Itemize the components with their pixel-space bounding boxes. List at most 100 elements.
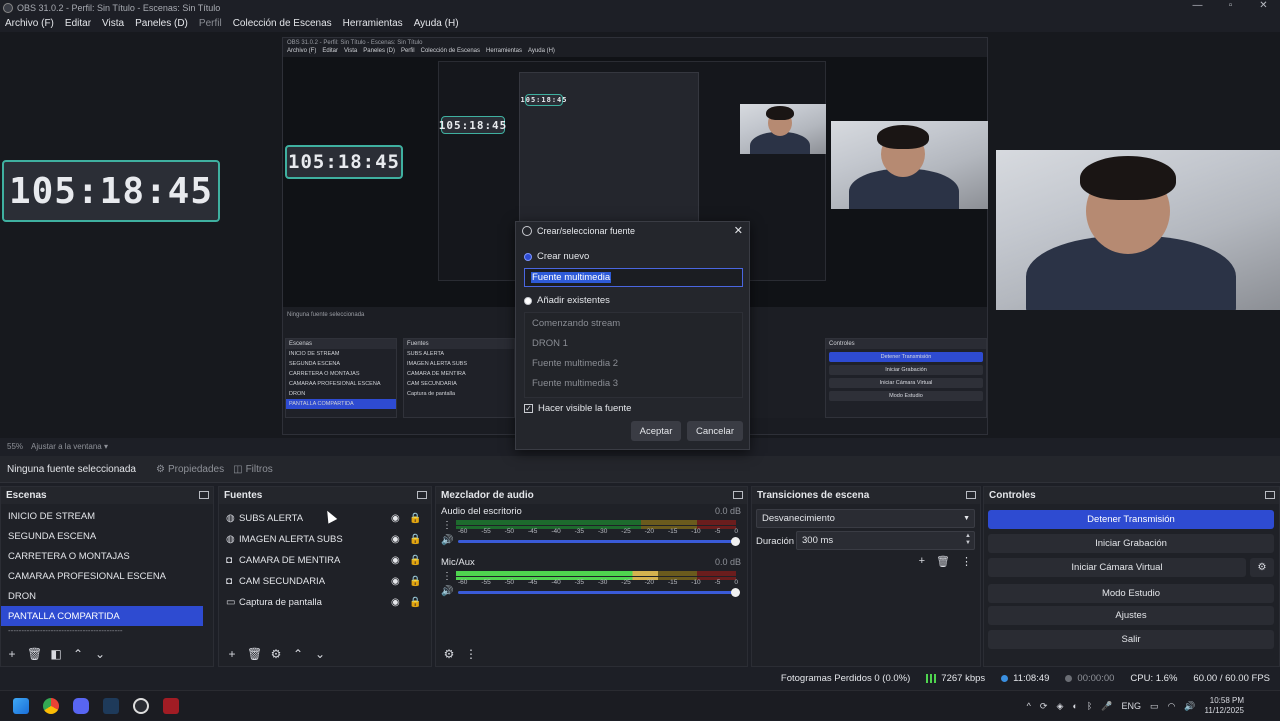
move-down-button[interactable]: ⌄: [313, 647, 327, 661]
accept-button[interactable]: Aceptar: [631, 421, 681, 441]
menu-archivo[interactable]: Archivo (F): [5, 18, 54, 29]
advanced-audio-gear-icon[interactable]: ⚙: [442, 647, 456, 661]
source-item[interactable]: ◘ CAM SECUNDARIA ◉ 🔒: [219, 571, 431, 592]
transition-select[interactable]: Desvanecimiento ▼: [756, 509, 975, 528]
undock-icon[interactable]: [1265, 491, 1275, 499]
list-item[interactable]: Fuente multimedia 2: [525, 353, 742, 373]
channel-menu-icon[interactable]: ⋮: [442, 520, 452, 531]
visibility-eye-icon[interactable]: ◉: [391, 576, 400, 587]
scene-item[interactable]: CARRETERA O MONTAJAS: [1, 546, 213, 566]
tray-chevron-icon[interactable]: ^: [1027, 701, 1031, 711]
duration-spinbox[interactable]: 300 ms ▲ ▼: [796, 531, 975, 550]
lock-icon[interactable]: 🔒: [409, 597, 421, 608]
taskbar-chrome[interactable]: [37, 692, 65, 720]
scene-filters-button[interactable]: ◧: [49, 647, 63, 661]
zoom-indicator[interactable]: 55% Ajustar a la ventana ▾: [7, 442, 108, 451]
taskbar-steam[interactable]: [97, 692, 125, 720]
virtual-cam-settings-icon[interactable]: ⚙: [1250, 558, 1274, 577]
move-up-button[interactable]: ⌃: [71, 647, 85, 661]
tray-network-icon[interactable]: ◈: [1056, 701, 1063, 712]
lock-icon[interactable]: 🔒: [409, 534, 421, 545]
remove-scene-button[interactable]: 🗑: [27, 647, 42, 661]
menu-perfil[interactable]: Perfil: [199, 18, 222, 29]
maximize-button[interactable]: ▫: [1214, 0, 1247, 11]
stop-stream-button[interactable]: Detener Transmisión: [988, 510, 1274, 529]
list-item[interactable]: Comenzando stream: [525, 313, 742, 333]
undock-icon[interactable]: [199, 491, 209, 499]
visibility-eye-icon[interactable]: ◉: [391, 534, 400, 545]
channel-menu-icon[interactable]: ⋮: [442, 571, 452, 582]
close-window-button[interactable]: ✕: [1247, 0, 1280, 11]
remove-source-button[interactable]: 🗑: [247, 647, 262, 661]
speaker-icon[interactable]: 🔊: [441, 535, 453, 546]
scene-item[interactable]: SEGUNDA ESCENA: [1, 526, 213, 546]
start-button[interactable]: [7, 692, 35, 720]
studio-mode-button[interactable]: Modo Estudio: [988, 584, 1274, 603]
menu-herramientas[interactable]: Herramientas: [343, 18, 403, 29]
zoom-dropdown-icon[interactable]: ▾: [104, 442, 108, 451]
move-down-button[interactable]: ⌄: [93, 647, 107, 661]
create-new-radio[interactable]: Crear nuevo: [524, 251, 589, 262]
taskbar-app[interactable]: [157, 692, 185, 720]
start-recording-button[interactable]: Iniciar Grabación: [988, 534, 1274, 553]
undock-icon[interactable]: [417, 491, 427, 499]
list-item[interactable]: Fuente multimedia 3: [525, 373, 742, 393]
scene-item[interactable]: INICIO DE STREAM: [1, 506, 213, 526]
remove-transition-button[interactable]: 🗑: [936, 555, 950, 568]
menu-editar[interactable]: Editar: [65, 18, 91, 29]
undock-icon[interactable]: [966, 491, 976, 499]
lock-icon[interactable]: 🔒: [409, 576, 421, 587]
spin-arrows-icon[interactable]: ▲ ▼: [965, 533, 971, 547]
undock-icon[interactable]: [733, 491, 743, 499]
mixer-menu-icon[interactable]: ⋮: [464, 647, 478, 661]
tray-mic-icon[interactable]: 🎤: [1101, 701, 1112, 712]
scene-item[interactable]: CAMARAA PROFESIONAL ESCENA: [1, 566, 213, 586]
transition-menu-icon[interactable]: ⋮: [961, 555, 972, 568]
add-existing-radio[interactable]: Añadir existentes: [524, 295, 610, 306]
volume-slider[interactable]: [458, 588, 740, 597]
menu-coleccion[interactable]: Colección de Escenas: [233, 18, 332, 29]
close-icon[interactable]: ✕: [734, 224, 743, 237]
tray-steam-icon[interactable]: ◐: [1072, 701, 1077, 711]
visibility-eye-icon[interactable]: ◉: [391, 597, 400, 608]
start-virtual-cam-button[interactable]: Iniciar Cámara Virtual: [988, 558, 1246, 577]
make-visible-checkbox[interactable]: ✓ Hacer visible la fuente: [524, 403, 631, 414]
language-indicator[interactable]: ENG: [1121, 701, 1141, 711]
tray-bluetooth-icon[interactable]: ᛒ: [1087, 701, 1092, 711]
source-item[interactable]: ◘ CAMARA DE MENTIRA ◉ 🔒: [219, 550, 431, 571]
scene-item[interactable]: DRON: [1, 586, 213, 606]
exit-button[interactable]: Salir: [988, 630, 1274, 649]
source-item[interactable]: ◍ IMAGEN ALERTA SUBS ◉ 🔒: [219, 529, 431, 550]
tray-sync-icon[interactable]: ⟳: [1040, 701, 1048, 712]
scene-item-selected[interactable]: PANTALLA COMPARTIDA: [1, 606, 203, 626]
taskbar-obs[interactable]: [127, 692, 155, 720]
tray-wifi-icon[interactable]: ◠: [1167, 701, 1175, 712]
move-up-button[interactable]: ⌃: [291, 647, 305, 661]
lock-icon[interactable]: 🔒: [409, 555, 421, 566]
visibility-eye-icon[interactable]: ◉: [391, 555, 400, 566]
visibility-eye-icon[interactable]: ◉: [391, 513, 400, 524]
filters-button[interactable]: ◫ Filtros: [233, 464, 273, 475]
lock-icon[interactable]: 🔒: [409, 513, 421, 524]
menu-vista[interactable]: Vista: [102, 18, 124, 29]
settings-button[interactable]: Ajustes: [988, 606, 1274, 625]
add-transition-button[interactable]: +: [919, 555, 925, 568]
volume-slider[interactable]: [458, 537, 740, 546]
list-item[interactable]: DRON 1: [525, 333, 742, 353]
add-scene-button[interactable]: +: [5, 647, 19, 661]
taskbar-discord[interactable]: [67, 692, 95, 720]
menu-ayuda[interactable]: Ayuda (H): [414, 18, 459, 29]
system-tray: ^ ⟳ ◈ ◐ ᛒ 🎤 ENG ▭ ◠ 🔊 10:58 PM 11/12/2025: [1027, 691, 1244, 721]
menu-paneles[interactable]: Paneles (D): [135, 18, 188, 29]
tray-display-icon[interactable]: ▭: [1150, 701, 1159, 712]
source-item[interactable]: ▭ Captura de pantalla ◉ 🔒: [219, 592, 431, 613]
minimize-button[interactable]: —: [1181, 0, 1214, 11]
cancel-button[interactable]: Cancelar: [687, 421, 743, 441]
add-source-button[interactable]: +: [225, 647, 239, 661]
clock[interactable]: 10:58 PM 11/12/2025: [1205, 696, 1244, 716]
source-name-input[interactable]: Fuente multimedia: [524, 268, 743, 287]
properties-button[interactable]: ⚙ Propiedades: [156, 464, 224, 475]
tray-volume-icon[interactable]: 🔊: [1184, 701, 1195, 712]
speaker-icon[interactable]: 🔊: [441, 586, 453, 597]
source-properties-button[interactable]: ⚙: [269, 647, 283, 661]
